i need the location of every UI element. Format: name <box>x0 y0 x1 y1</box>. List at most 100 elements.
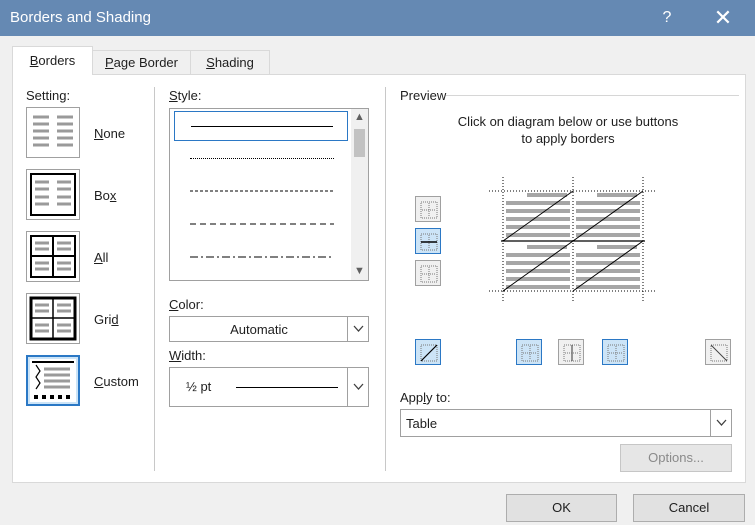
bottom-border-icon <box>420 265 438 283</box>
setting-none-accel: N <box>94 126 104 141</box>
color-label: Color: <box>169 297 204 312</box>
tab-page-border-accel: P <box>105 55 114 70</box>
color-label-rest: olor: <box>178 297 204 312</box>
tab-borders[interactable]: Borders <box>12 46 93 75</box>
tab-shading-rest: hading <box>214 55 254 70</box>
inside-vertical-border-button[interactable] <box>558 339 584 365</box>
close-button[interactable]: ✕ <box>706 4 740 32</box>
separator-right <box>385 87 386 471</box>
color-dropdown-arrow[interactable] <box>347 317 368 341</box>
style-option-dashed[interactable] <box>174 210 348 240</box>
scroll-down-icon[interactable]: ▼ <box>351 263 368 280</box>
right-border-button[interactable] <box>602 339 628 365</box>
apply-to-rest1: App <box>400 390 424 405</box>
setting-custom-rest: ustom <box>103 374 139 389</box>
setting-grid-accel: d <box>111 312 119 327</box>
color-label-accel: C <box>169 297 179 312</box>
preview-hint-line2: to apply borders <box>521 131 615 146</box>
setting-custom-button[interactable] <box>26 355 80 406</box>
setting-custom-label: Custom <box>94 374 139 389</box>
color-dropdown[interactable]: Automatic <box>169 316 369 342</box>
setting-custom-accel: C <box>94 374 104 389</box>
dialog-title: Borders and Shading <box>10 9 151 26</box>
chevron-down-icon <box>716 419 727 426</box>
style-listbox[interactable]: ▲ ▼ <box>169 108 369 281</box>
chevron-down-icon <box>353 325 364 332</box>
style-line-solid <box>191 126 333 127</box>
style-label-accel: S <box>169 88 178 103</box>
title-bar: Borders and Shading ? ✕ <box>0 0 755 36</box>
diagonal-down-icon <box>710 344 728 362</box>
inside-horizontal-border-button[interactable] <box>415 228 441 254</box>
apply-to-label: Apply to: <box>400 390 451 405</box>
width-dropdown-arrow[interactable] <box>347 368 368 406</box>
style-line-dotted <box>190 158 334 159</box>
left-border-button[interactable] <box>516 339 542 365</box>
tab-borders-rest: orders <box>38 53 76 68</box>
tab-shading[interactable]: Shading <box>190 50 270 75</box>
style-line-dash-dot <box>190 256 334 258</box>
diagonal-up-border-button[interactable] <box>415 339 441 365</box>
style-label: Style: <box>169 88 202 103</box>
top-border-button[interactable] <box>415 196 441 222</box>
width-sample-line <box>236 387 338 388</box>
tab-page-border[interactable]: Page Border <box>92 50 191 75</box>
color-value: Automatic <box>230 322 288 337</box>
setting-none-icon <box>33 115 73 147</box>
tab-shading-accel: S <box>206 55 215 70</box>
width-dropdown[interactable]: ½ pt <box>169 367 369 407</box>
setting-all-accel: A <box>94 250 103 265</box>
setting-grid-rest: Gri <box>94 312 112 327</box>
setting-none-button[interactable] <box>26 107 80 158</box>
scroll-up-icon[interactable]: ▲ <box>351 109 368 126</box>
style-option-small-dash[interactable] <box>174 177 348 207</box>
setting-box-rest: Bo <box>94 188 110 203</box>
inside-horizontal-border-icon <box>420 233 438 251</box>
preview-diagram[interactable] <box>487 175 659 305</box>
setting-grid-label: Grid <box>94 312 119 327</box>
preview-label: Preview <box>400 88 447 103</box>
setting-none-label: None <box>94 126 125 141</box>
style-line-dashed <box>190 223 334 225</box>
style-line-small-dash <box>190 190 334 192</box>
setting-label: Setting: <box>26 88 71 103</box>
style-option-dash-dot[interactable] <box>174 243 348 273</box>
style-option-solid[interactable] <box>174 111 348 141</box>
right-border-icon <box>607 344 625 362</box>
diagonal-down-border-button[interactable] <box>705 339 731 365</box>
ok-button[interactable]: OK <box>506 494 617 522</box>
setting-box-accel: x <box>109 188 117 203</box>
setting-none-rest: one <box>103 126 126 141</box>
apply-to-dropdown[interactable]: Table <box>400 409 732 437</box>
setting-all-label: All <box>94 250 108 265</box>
left-border-icon <box>521 344 539 362</box>
width-label-accel: W <box>169 348 182 363</box>
cancel-button[interactable]: Cancel <box>633 494 745 522</box>
setting-grid-icon <box>29 296 77 341</box>
preview-hint-line1: Click on diagram below or use buttons <box>457 114 679 129</box>
separator-left <box>154 87 155 471</box>
apply-to-rest2: y to: <box>426 390 451 405</box>
setting-all-icon <box>30 235 76 278</box>
top-border-icon <box>420 201 438 219</box>
scroll-thumb[interactable] <box>354 129 365 157</box>
apply-to-value: Table <box>406 416 438 431</box>
style-scrollbar[interactable]: ▲ ▼ <box>351 109 368 280</box>
setting-box-icon <box>30 173 76 216</box>
style-option-dotted[interactable] <box>174 144 348 174</box>
setting-all-button[interactable] <box>26 231 80 282</box>
diagonal-up-icon <box>420 344 438 362</box>
style-label-rest: tyle: <box>177 88 202 103</box>
apply-to-dropdown-arrow[interactable] <box>710 410 731 436</box>
options-button[interactable]: Options... <box>620 444 732 472</box>
inside-vertical-border-icon <box>563 344 581 362</box>
bottom-border-button[interactable] <box>415 260 441 286</box>
chevron-down-icon <box>353 383 364 390</box>
setting-box-button[interactable] <box>26 169 80 220</box>
setting-grid-button[interactable] <box>26 293 80 344</box>
setting-custom-icon <box>30 359 76 402</box>
setting-all-rest: ll <box>102 250 109 265</box>
help-button[interactable]: ? <box>650 4 684 32</box>
preview-divider <box>446 95 739 96</box>
width-label: Width: <box>169 348 206 363</box>
